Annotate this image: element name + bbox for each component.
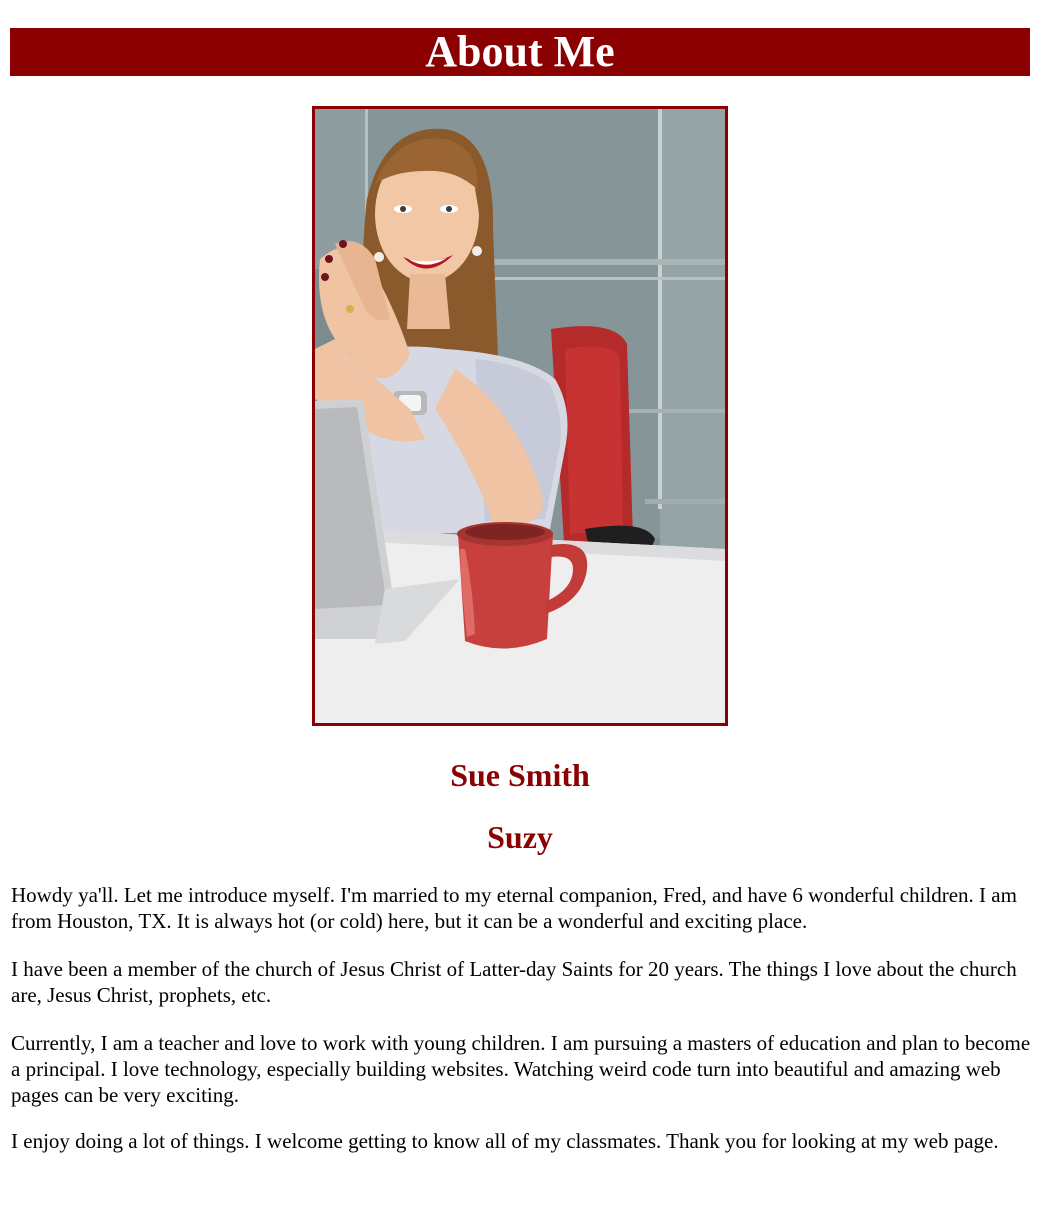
bio-paragraph: I have been a member of the church of Je… (11, 957, 1017, 1007)
about-me-page: About Me Sue Smith Suzy Howdy ya'll. Let… (0, 0, 1040, 1218)
profile-photo-illustration (315, 109, 725, 723)
profile-full-name: Sue Smith (450, 757, 590, 793)
page-title-banner: About Me (10, 28, 1030, 76)
bio-paragraph: I enjoy doing a lot of things. I welcome… (11, 1129, 999, 1153)
bio-paragraph: Howdy ya'll. Let me introduce myself. I'… (11, 883, 1017, 933)
bio-paragraph: Currently, I am a teacher and love to wo… (11, 1031, 1031, 1107)
profile-nickname: Suzy (487, 819, 553, 855)
profile-photo (312, 106, 728, 726)
